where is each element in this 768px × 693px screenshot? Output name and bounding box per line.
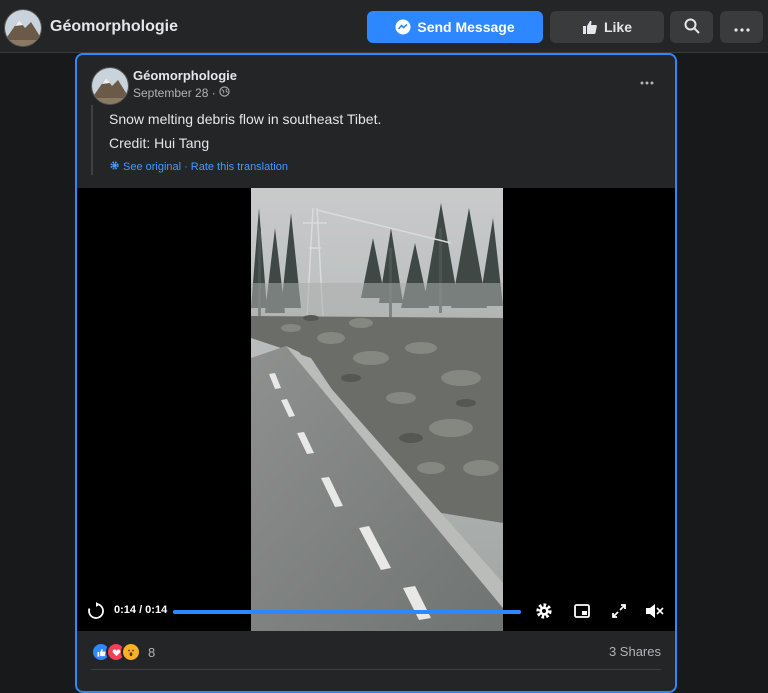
search-button[interactable] <box>670 11 713 43</box>
search-icon <box>684 18 700 37</box>
replay-icon[interactable] <box>87 602 105 620</box>
settings-gear-icon[interactable] <box>535 602 553 620</box>
shares-count[interactable]: 3 Shares <box>609 644 661 659</box>
post-options-button[interactable] <box>635 73 659 89</box>
post-author-name[interactable]: Géomorphologie <box>133 68 237 83</box>
post-meta: September 28 · <box>133 86 230 100</box>
post-text-line: Snow melting debris flow in southeast Ti… <box>109 111 382 127</box>
translation-links: See original · Rate this translation <box>109 160 288 174</box>
video-frame[interactable] <box>251 188 503 631</box>
post-credit-line: Credit: Hui Tang <box>109 135 210 151</box>
reaction-count: 8 <box>148 644 156 660</box>
post-text: Snow melting debris flow in southeast Ti… <box>91 105 651 175</box>
rate-translation-link[interactable]: Rate this translation <box>191 161 288 173</box>
send-message-button[interactable]: Send Message <box>367 11 543 43</box>
video-progress-bar[interactable] <box>173 610 521 614</box>
post-footer: 8 3 Shares <box>77 631 675 671</box>
globe-icon <box>219 86 230 100</box>
see-original-link[interactable]: See original <box>123 161 181 173</box>
video-controls: 0:14 / 0:14 <box>77 591 675 631</box>
fullscreen-icon[interactable] <box>610 602 628 620</box>
wow-reaction-icon <box>121 642 141 662</box>
thumbs-up-icon <box>582 19 598 35</box>
more-icon <box>733 19 750 35</box>
messenger-icon <box>395 19 411 35</box>
reactions-summary[interactable]: 8 <box>91 642 155 662</box>
page-avatar[interactable] <box>4 9 42 47</box>
picture-in-picture-icon[interactable] <box>573 602 591 620</box>
page-header: Géomorphologie Send Message Like <box>0 0 768 53</box>
more-icon <box>640 72 654 90</box>
post-date[interactable]: September 28 · <box>133 86 216 100</box>
link-separator: · <box>184 161 188 173</box>
page-name[interactable]: Géomorphologie <box>50 18 178 36</box>
video-progress-fill <box>173 610 521 614</box>
like-label: Like <box>603 19 632 35</box>
mute-icon[interactable] <box>644 602 664 620</box>
send-message-label: Send Message <box>417 19 515 35</box>
translate-gear-icon <box>109 160 120 174</box>
like-page-button[interactable]: Like <box>550 11 664 43</box>
video-player[interactable]: 0:14 / 0:14 <box>77 188 675 631</box>
post-author-avatar[interactable] <box>91 67 129 105</box>
post-card: Géomorphologie September 28 · Snow melti… <box>75 53 677 693</box>
video-time: 0:14 / 0:14 <box>114 604 168 616</box>
more-options-button[interactable] <box>720 11 763 43</box>
